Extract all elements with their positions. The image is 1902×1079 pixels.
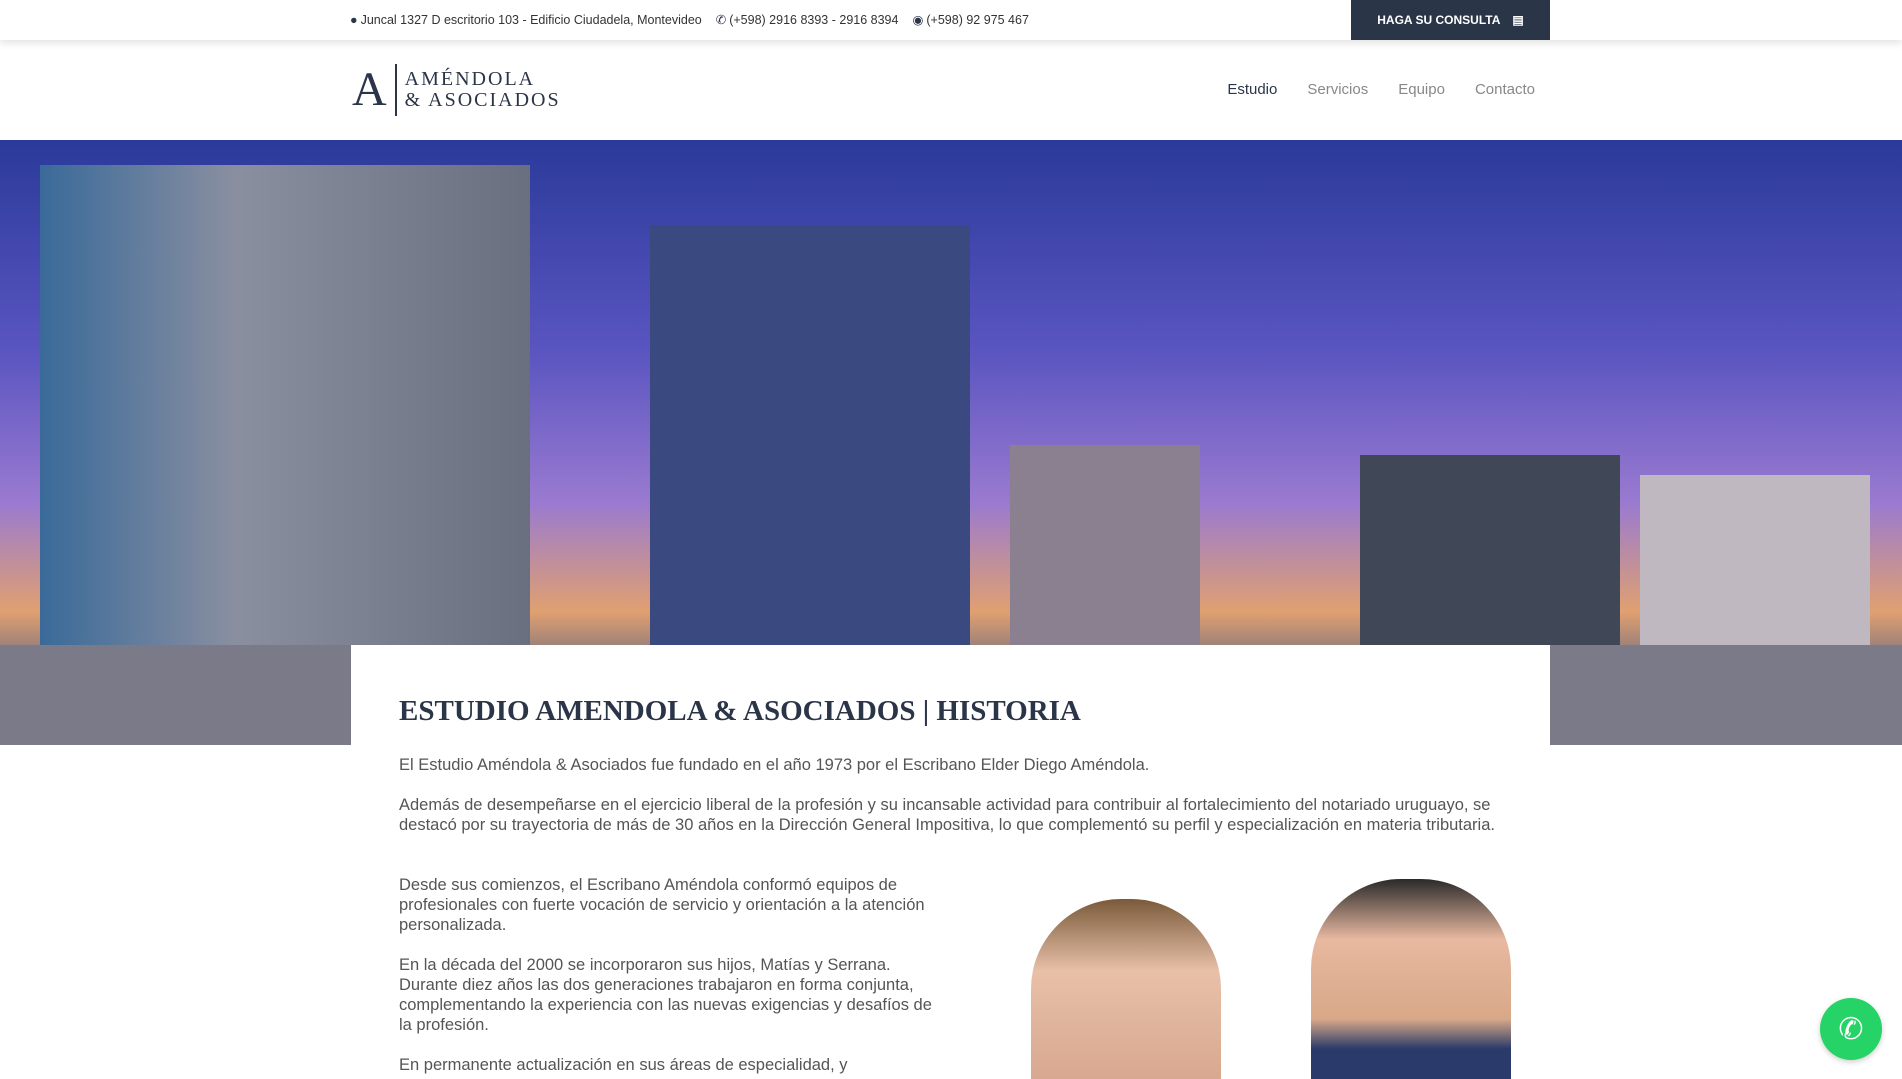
nav-servicios[interactable]: Servicios: [1307, 81, 1368, 98]
paragraph: Desde sus comienzos, el Escribano Améndo…: [399, 876, 925, 934]
nav-contacto[interactable]: Contacto: [1475, 81, 1535, 98]
building-right: [1640, 475, 1870, 645]
whatsapp-link[interactable]: ◉ (+598) 92 975 467: [912, 12, 1028, 27]
logo-divider: [394, 64, 397, 116]
map-pin-icon: ●: [350, 12, 358, 27]
building-left: [40, 165, 530, 645]
page-title: ESTUDIO AMENDOLA & ASOCIADOS | HISTORIA: [399, 695, 1081, 727]
whatsapp-float-button[interactable]: ✆: [1820, 998, 1882, 1060]
history-section: ESTUDIO AMENDOLA & ASOCIADOS | HISTORIA …: [351, 645, 1550, 1079]
photo-serrana: [1031, 899, 1221, 1079]
paragraph: El Estudio Améndola & Asociados fue fund…: [399, 756, 1150, 774]
consult-button[interactable]: HAGA SU CONSULTA ▤: [1351, 0, 1550, 40]
phone-icon: ✆: [715, 13, 727, 27]
photo-matias: [1311, 879, 1511, 1079]
logo[interactable]: A AMÉNDOLA & ASOCIADOS: [352, 64, 561, 116]
building-mid: [1010, 445, 1200, 645]
header: A AMÉNDOLA & ASOCIADOS Estudio Servicios …: [0, 40, 1902, 140]
main-nav: Estudio Servicios Equipo Contacto: [1227, 81, 1535, 98]
monument: [1360, 455, 1620, 645]
paragraph: Además de desempeñarse en el ejercicio l…: [399, 796, 1495, 834]
nav-estudio[interactable]: Estudio: [1227, 81, 1277, 98]
nav-equipo[interactable]: Equipo: [1398, 81, 1445, 98]
chat-icon: ▤: [1512, 13, 1524, 27]
phone-link[interactable]: ✆ (+598) 2916 8393 - 2916 8394: [716, 12, 899, 27]
whatsapp-icon: ✆: [1838, 1012, 1864, 1046]
whatsapp-icon: ◉: [912, 13, 924, 27]
building-tower: [650, 225, 970, 645]
address: ● Juncal 1327 D escritorio 103 - Edificio…: [350, 12, 702, 27]
top-bar: ● Juncal 1327 D escritorio 103 - Edificio…: [0, 0, 1902, 40]
paragraph: En la década del 2000 se incorporaron su…: [399, 956, 932, 1034]
paragraph: En permanente actualización en sus áreas…: [399, 1056, 848, 1074]
